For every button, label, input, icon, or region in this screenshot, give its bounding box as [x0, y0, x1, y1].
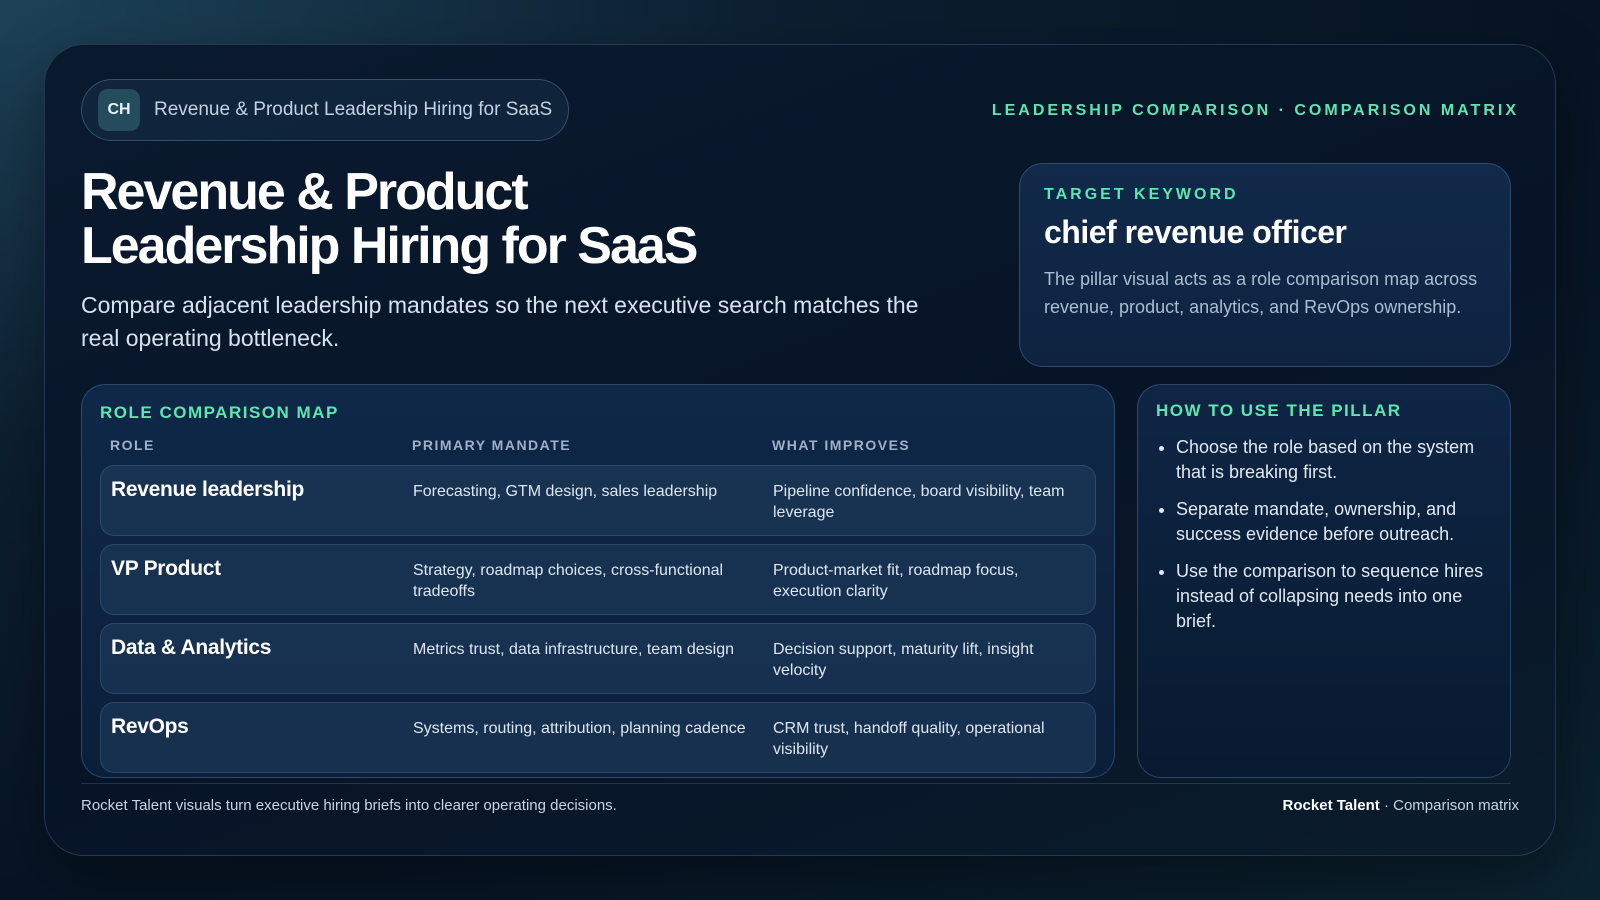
- table-row: Data & Analytics Metrics trust, data inf…: [100, 623, 1096, 694]
- map-label: ROLE COMPARISON MAP: [100, 403, 339, 422]
- row-role: RevOps: [111, 715, 189, 738]
- page-subtitle: Compare adjacent leadership mandates so …: [81, 292, 919, 351]
- list-item: Use the comparison to sequence hires ins…: [1176, 559, 1492, 634]
- topic-pill: CH Revenue & Product Leadership Hiring f…: [81, 79, 569, 141]
- how-to-label: HOW TO USE THE PILLAR: [1156, 401, 1402, 420]
- table-row: RevOps Systems, routing, attribution, pl…: [100, 702, 1096, 773]
- table-row: VP Product Strategy, roadmap choices, cr…: [100, 544, 1096, 615]
- footer-tagline: Rocket Talent visuals turn executive hir…: [81, 797, 617, 814]
- table-header: ROLE PRIMARY MANDATE WHAT IMPROVES: [100, 437, 1096, 453]
- main-card: CH Revenue & Product Leadership Hiring f…: [44, 44, 1556, 856]
- footer-suffix: · Comparison matrix: [1379, 797, 1519, 814]
- title-line-2: Leadership Hiring for SaaS: [81, 217, 698, 275]
- list-item: Choose the role based on the system that…: [1176, 435, 1492, 485]
- topic-pill-text: Revenue & Product Leadership Hiring for …: [154, 99, 553, 120]
- row-mandate: Metrics trust, data infrastructure, team…: [413, 641, 735, 658]
- list-item: Separate mandate, ownership, and success…: [1176, 497, 1492, 547]
- keyword-label: TARGET KEYWORD: [1044, 186, 1239, 203]
- footer-divider: [81, 783, 1511, 784]
- footer-brand: Rocket Talent: [1282, 797, 1380, 814]
- topic-badge: CH: [98, 89, 140, 131]
- row-mandate: Strategy, roadmap choices, cross-functio…: [413, 562, 724, 600]
- role-comparison-map: ROLE COMPARISON MAP ROLE PRIMARY MANDATE…: [81, 384, 1115, 778]
- table-body: Revenue leadership Forecasting, GTM desi…: [100, 465, 1096, 773]
- page-title: Revenue & Product Leadership Hiring for …: [81, 165, 901, 273]
- row-role: Revenue leadership: [111, 478, 305, 501]
- column-header-mandate: PRIMARY MANDATE: [412, 437, 572, 453]
- table-row: Revenue leadership Forecasting, GTM desi…: [100, 465, 1096, 536]
- keyword-panel: TARGET KEYWORD chief revenue officer The…: [1019, 163, 1511, 367]
- how-to-list: Choose the role based on the system that…: [1156, 435, 1492, 634]
- column-header-improves: WHAT IMPROVES: [772, 437, 911, 453]
- keyword-description: The pillar visual acts as a role compari…: [1044, 269, 1478, 317]
- row-improves: Pipeline confidence, board visibility, t…: [773, 483, 1065, 521]
- eyebrow-label: LEADERSHIP COMPARISON · COMPARISON MATRI…: [991, 102, 1519, 119]
- row-role: Data & Analytics: [111, 636, 272, 659]
- row-role: VP Product: [111, 557, 221, 580]
- column-header-role: ROLE: [110, 437, 155, 453]
- row-mandate: Forecasting, GTM design, sales leadershi…: [413, 483, 718, 500]
- row-improves: Decision support, maturity lift, insight…: [773, 641, 1034, 679]
- row-mandate: Systems, routing, attribution, planning …: [413, 720, 746, 737]
- how-to-use-panel: HOW TO USE THE PILLAR Choose the role ba…: [1137, 384, 1511, 778]
- row-improves: Product-market fit, roadmap focus, execu…: [773, 562, 1019, 600]
- keyword-value: chief revenue officer: [1044, 214, 1347, 250]
- title-line-1: Revenue & Product: [81, 163, 529, 221]
- footer-credit: Rocket Talent · Comparison matrix: [1283, 797, 1519, 814]
- row-improves: CRM trust, handoff quality, operational …: [773, 720, 1045, 758]
